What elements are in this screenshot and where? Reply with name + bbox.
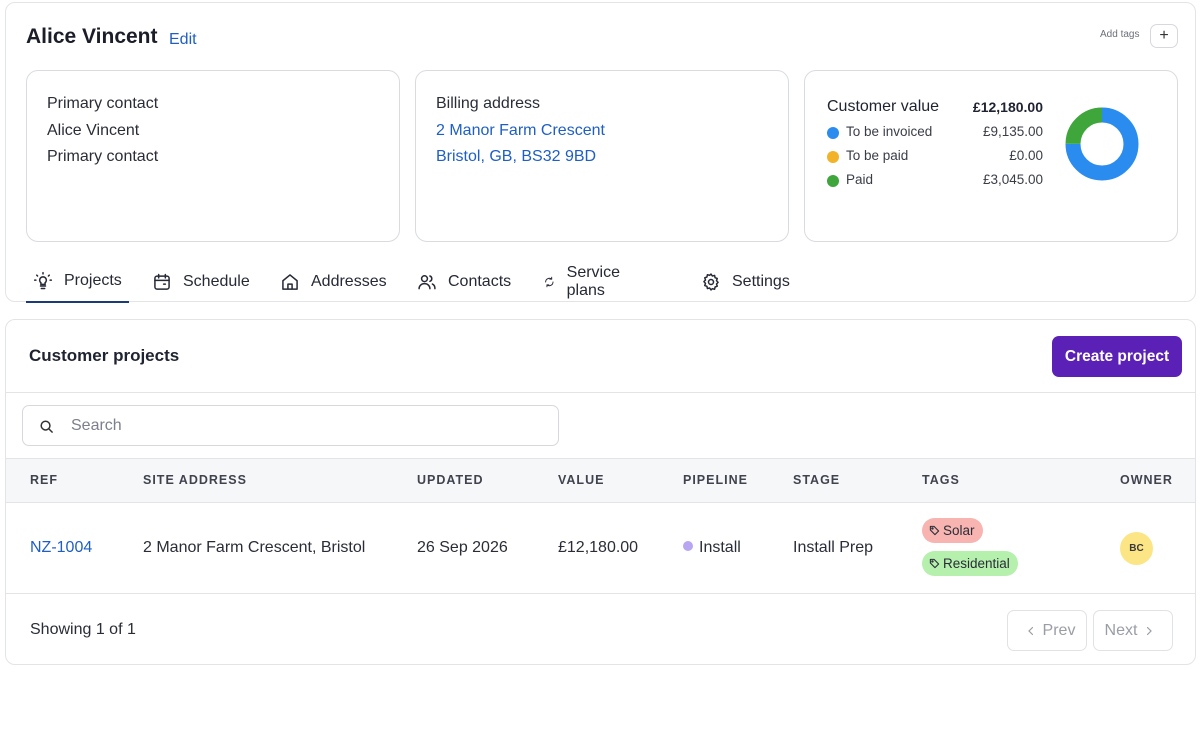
calendar-icon (154, 273, 170, 290)
tab-projects[interactable]: Projects (26, 261, 129, 303)
users-icon (418, 275, 436, 290)
pipeline-cell: Install (683, 539, 741, 557)
tab-contacts[interactable]: Contacts (410, 261, 518, 303)
tag-icon (929, 525, 940, 536)
legend-value: £3,045.00 (982, 172, 1043, 187)
customer-header-card: Alice Vincent Edit Add tags + Primary co… (5, 2, 1196, 303)
legend-paid: Paid £3,045.00 (827, 172, 1043, 190)
lightbulb-icon (33, 271, 53, 290)
column-header-site-address[interactable]: SITE ADDRESS (143, 473, 247, 487)
primary-contact-card: Primary contact Alice Vincent Primary co… (26, 70, 400, 242)
column-header-stage[interactable]: STAGE (793, 473, 840, 487)
refresh-icon (545, 276, 554, 288)
tab-label: Addresses (311, 273, 387, 290)
tag-label: Residential (943, 556, 1010, 571)
search-box (22, 405, 559, 446)
column-header-updated[interactable]: UPDATED (417, 473, 484, 487)
column-header-value[interactable]: VALUE (558, 473, 604, 487)
legend-label: Paid (846, 172, 874, 187)
pipeline-label: Install (699, 539, 741, 556)
legend-label: To be invoiced (846, 124, 933, 139)
legend-dot (827, 127, 839, 139)
tab-label: Service plans (566, 264, 620, 299)
tab-label: Contacts (448, 273, 512, 290)
chevron-right-icon (1147, 626, 1153, 635)
divider (6, 593, 1195, 594)
tab-service-plans[interactable]: Service plans (536, 261, 634, 303)
project-ref-link[interactable]: NZ-1004 (30, 539, 92, 557)
search-icon (40, 420, 53, 433)
legend-label: To be paid (846, 148, 909, 163)
add-tags-button[interactable]: + (1150, 24, 1178, 48)
table-row[interactable]: NZ-1004 2 Manor Farm Crescent, Bristol 2… (6, 503, 1195, 593)
customer-value-card: Customer value £12,180.00 To be invoiced… (804, 70, 1178, 242)
stage-cell: Install Prep (793, 539, 874, 556)
legend-value: £0.00 (1009, 148, 1043, 163)
create-project-button[interactable]: Create project (1052, 336, 1182, 377)
plus-icon: + (1159, 27, 1169, 44)
prev-label: Prev (1042, 621, 1076, 639)
customer-value-donut-chart (1065, 107, 1139, 181)
customer-value-total: £12,180.00 (972, 99, 1043, 115)
tab-label: Schedule (183, 273, 250, 290)
legend-dot (827, 151, 839, 163)
column-header-tags[interactable]: TAGS (922, 473, 960, 487)
table-header: REF SITE ADDRESS UPDATED VALUE PIPELINE … (6, 458, 1195, 503)
tag-icon (929, 558, 940, 569)
legend-to-be-invoiced: To be invoiced £9,135.00 (827, 124, 1043, 142)
search-input[interactable] (71, 406, 551, 445)
pagination-summary: Showing 1 of 1 (30, 621, 136, 638)
contact-role: Primary contact (47, 148, 159, 165)
projects-title: Customer projects (29, 346, 180, 365)
tab-label: Projects (64, 272, 122, 289)
billing-address-line2[interactable]: Bristol, GB, BS32 9BD (436, 148, 596, 166)
contact-name: Alice Vincent (47, 122, 140, 139)
customer-projects-card: Customer projects Create project REF SIT… (5, 319, 1196, 665)
updated-cell: 26 Sep 2026 (417, 539, 508, 556)
pipeline-status-dot (683, 541, 693, 551)
tag-solar[interactable]: Solar (922, 518, 983, 543)
home-icon (282, 274, 298, 290)
value-cell: £12,180.00 (558, 539, 639, 556)
next-page-button[interactable]: Next (1093, 610, 1173, 651)
legend-value: £9,135.00 (982, 124, 1043, 139)
edit-customer-link[interactable]: Edit (169, 31, 197, 49)
add-tags-label: Add tags (1100, 29, 1140, 40)
chevron-left-icon (1027, 626, 1033, 635)
gear-icon (703, 273, 719, 291)
column-header-ref[interactable]: REF (30, 473, 58, 487)
customer-name: Alice Vincent (26, 25, 158, 48)
customer-value-title: Customer value (827, 98, 940, 115)
billing-card-title: Billing address (436, 95, 541, 112)
site-address-cell: 2 Manor Farm Crescent, Bristol (143, 539, 366, 556)
billing-address-line1[interactable]: 2 Manor Farm Crescent (436, 122, 605, 140)
tab-settings[interactable]: Settings (694, 261, 797, 303)
legend-to-be-paid: To be paid £0.00 (827, 148, 1043, 166)
tab-label: Settings (732, 273, 790, 290)
contact-card-title: Primary contact (47, 95, 159, 112)
column-header-pipeline[interactable]: PIPELINE (683, 473, 748, 487)
billing-address-card: Billing address 2 Manor Farm Crescent Br… (415, 70, 789, 242)
column-header-owner[interactable]: OWNER (1120, 473, 1173, 487)
divider (6, 392, 1195, 393)
legend-dot (827, 175, 839, 187)
tag-label: Solar (943, 523, 975, 538)
tag-residential[interactable]: Residential (922, 551, 1018, 576)
owner-avatar[interactable]: BC (1120, 532, 1153, 565)
next-label: Next (1104, 621, 1138, 639)
tab-schedule[interactable]: Schedule (145, 261, 257, 303)
prev-page-button[interactable]: Prev (1007, 610, 1087, 651)
tab-addresses[interactable]: Addresses (273, 261, 394, 303)
